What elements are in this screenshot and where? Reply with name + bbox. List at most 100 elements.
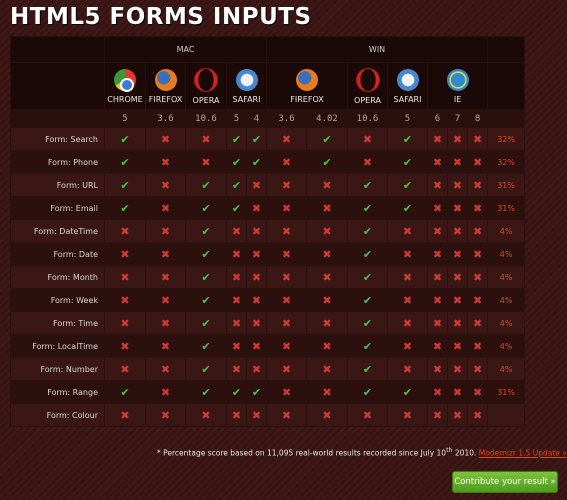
check-icon: ✔ [231, 132, 242, 146]
modernizr-update-link[interactable]: Modernizr 1.5 Update » [479, 449, 567, 458]
support-cell: ✖ [306, 242, 348, 266]
cross-icon: ✖ [322, 178, 332, 192]
browser-name: FIREFOX [148, 94, 183, 104]
cross-icon: ✖ [362, 132, 373, 146]
table-row: Form: Time ✖ ✖ ✔ ✖ ✖ ✖ ✖ ✔ ✖ ✖ ✖ ✖ 4% [10, 311, 526, 335]
cross-icon: ✖ [362, 408, 373, 422]
cross-icon: ✖ [472, 201, 483, 215]
support-cell: ✖ [266, 403, 307, 427]
feature-label: Form: Colour [10, 403, 105, 427]
support-cell: ✔ [226, 196, 247, 220]
support-cell: ✖ [447, 150, 468, 174]
support-cell: ✖ [104, 265, 146, 289]
cross-icon: ✖ [452, 155, 463, 169]
cross-icon: ✖ [452, 339, 463, 353]
score-cell: 4% [487, 265, 526, 289]
check-icon: ✔ [120, 132, 130, 146]
cross-icon: ✖ [472, 224, 483, 238]
support-cell: ✖ [466, 173, 489, 197]
compat-grid: MAC WIN CHROME FIREFOX OPERA SAFARI FIRE… [10, 36, 526, 427]
check-icon: ✔ [120, 155, 130, 169]
empty-score-header [487, 62, 526, 110]
support-cell: ✔ [104, 173, 146, 197]
cross-icon: ✖ [281, 293, 292, 307]
support-cell: ✖ [145, 334, 186, 358]
support-cell: ✖ [104, 334, 146, 358]
cross-icon: ✖ [120, 408, 130, 422]
support-cell: ✖ [306, 380, 348, 404]
support-cell: ✔ [104, 380, 146, 404]
support-cell: ✔ [185, 219, 227, 243]
support-cell: ✖ [246, 311, 267, 335]
browser-name: IE [453, 94, 462, 104]
support-cell: ✖ [145, 127, 186, 151]
support-cell: ✖ [347, 150, 388, 174]
table-row: Form: Phone ✔ ✖ ✖ ✔ ✔ ✖ ✔ ✖ ✔ ✖ ✖ ✖ 32% [10, 150, 526, 174]
cross-icon: ✖ [231, 270, 242, 284]
table-row: Form: LocalTime ✖ ✖ ✔ ✖ ✖ ✖ ✖ ✔ ✖ ✖ ✖ ✖ 4% [10, 334, 526, 358]
support-cell: ✔ [185, 242, 227, 266]
support-cell: ✖ [447, 173, 468, 197]
support-cell: ✖ [266, 219, 307, 243]
cross-icon: ✖ [251, 362, 262, 376]
check-icon: ✔ [231, 201, 242, 215]
cross-icon: ✖ [201, 132, 211, 146]
support-cell: ✔ [347, 265, 388, 289]
cross-icon: ✖ [362, 155, 373, 169]
cross-icon: ✖ [452, 178, 463, 192]
check-icon: ✔ [231, 178, 242, 192]
support-cell: ✔ [185, 196, 227, 220]
support-cell: ✔ [104, 196, 146, 220]
version-cell: 7 [447, 109, 468, 128]
cross-icon: ✖ [432, 408, 443, 422]
support-cell: ✔ [185, 380, 227, 404]
browser-safari-win: SAFARI [387, 62, 428, 110]
support-cell: ✖ [246, 265, 267, 289]
version-cell: 5 [104, 109, 146, 128]
cross-icon: ✖ [432, 201, 443, 215]
support-cell: ✖ [427, 265, 448, 289]
version-cell: 5 [226, 109, 247, 128]
cross-icon: ✖ [251, 201, 262, 215]
cross-icon: ✖ [452, 201, 463, 215]
empty-score-header [487, 109, 526, 128]
check-icon: ✔ [362, 293, 373, 307]
cross-icon: ✖ [231, 408, 242, 422]
support-cell: ✖ [306, 265, 348, 289]
support-cell: ✖ [145, 150, 186, 174]
cross-icon: ✖ [160, 293, 171, 307]
cross-icon: ✖ [251, 224, 262, 238]
check-icon: ✔ [322, 155, 332, 169]
cross-icon: ✖ [472, 293, 483, 307]
safari-icon [396, 68, 419, 91]
cross-icon: ✖ [201, 408, 211, 422]
support-cell: ✖ [145, 357, 186, 381]
support-cell: ✔ [347, 173, 388, 197]
feature-label: Form: Search [10, 127, 105, 151]
feature-label: Form: Email [10, 196, 105, 220]
support-cell: ✖ [266, 242, 307, 266]
cross-icon: ✖ [402, 247, 413, 261]
check-icon: ✔ [362, 362, 373, 376]
check-icon: ✔ [120, 385, 130, 399]
support-cell: ✖ [306, 357, 348, 381]
contribute-button[interactable]: Contribute your result » [452, 471, 558, 493]
support-cell: ✖ [185, 150, 227, 174]
support-cell: ✖ [266, 150, 307, 174]
cross-icon: ✖ [231, 247, 242, 261]
feature-label: Form: Time [10, 311, 105, 335]
table-row: Form: Number ✖ ✖ ✔ ✖ ✖ ✖ ✖ ✔ ✖ ✖ ✖ ✖ 4% [10, 357, 526, 381]
check-icon: ✔ [402, 178, 413, 192]
support-cell: ✖ [427, 196, 448, 220]
cross-icon: ✖ [231, 339, 242, 353]
group-win: WIN [265, 36, 489, 63]
score-cell: 31% [487, 173, 526, 197]
score-cell: 4% [487, 288, 526, 312]
cross-icon: ✖ [251, 408, 262, 422]
support-cell: ✖ [427, 127, 448, 151]
browser-header-row: CHROME FIREFOX OPERA SAFARI FIREFOX OPER… [10, 62, 526, 110]
support-cell: ✖ [427, 150, 448, 174]
cross-icon: ✖ [160, 247, 171, 261]
cross-icon: ✖ [251, 247, 262, 261]
support-cell: ✔ [347, 219, 388, 243]
